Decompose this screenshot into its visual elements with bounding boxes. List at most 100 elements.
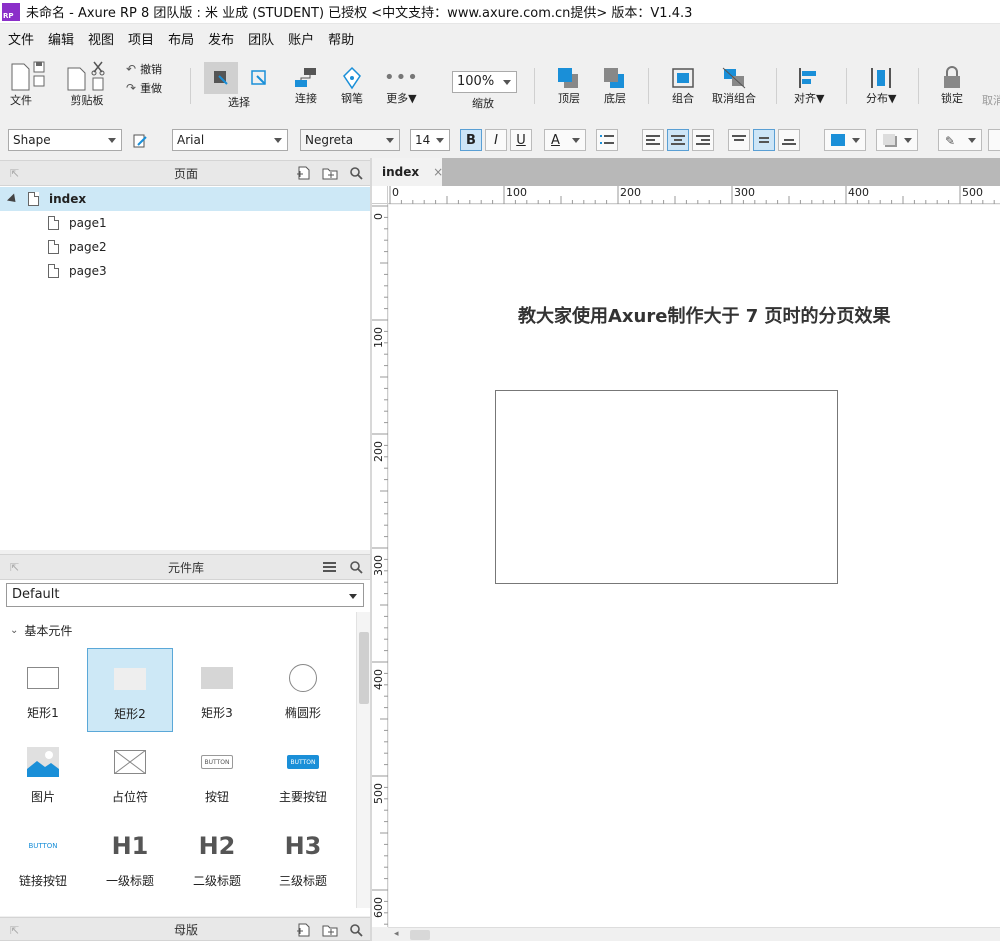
pin-icon[interactable]: ⇱	[10, 924, 19, 937]
library-scrollbar[interactable]	[356, 612, 370, 908]
connect-tool[interactable]: 连接	[292, 66, 320, 106]
underline-button[interactable]: U	[510, 129, 532, 151]
canvas-heading-widget[interactable]: 教大家使用Axure制作大于 7 页时的分页效果	[518, 302, 891, 328]
menu-layout[interactable]: 布局	[168, 29, 194, 48]
line-width-button[interactable]	[988, 129, 1000, 151]
align-dropdown[interactable]: 对齐▼	[794, 66, 824, 106]
scrollbar-thumb[interactable]	[410, 930, 430, 940]
redo-button[interactable]: ↷ 重做	[126, 80, 162, 96]
ruler-corner	[372, 186, 388, 204]
pen-tool[interactable]: 钢笔	[340, 66, 364, 106]
scrollbar-thumb[interactable]	[359, 632, 369, 704]
search-icon[interactable]	[348, 559, 364, 575]
line-color-button[interactable]: ✎	[938, 129, 982, 151]
widget-h2[interactable]: H2 二级标题	[174, 816, 260, 900]
expand-triangle-icon[interactable]	[6, 192, 20, 206]
ungroup-button[interactable]: 取消组合	[712, 66, 756, 106]
undo-button[interactable]: ↶ 撤销	[126, 61, 162, 77]
page-item-page1[interactable]: page1	[0, 211, 372, 235]
font-family-select[interactable]: Arial	[172, 129, 288, 151]
close-icon[interactable]: ×	[433, 165, 443, 179]
group-button[interactable]: 组合	[670, 66, 696, 106]
rect-light-icon	[114, 668, 146, 690]
unlock-button[interactable]: 取消	[982, 92, 1000, 108]
send-back-icon	[604, 68, 624, 88]
page-item-page2[interactable]: page2	[0, 235, 372, 259]
pin-icon[interactable]: ⇱	[10, 561, 19, 574]
valign-top-button[interactable]	[728, 129, 750, 151]
library-section-header[interactable]: ⌄ 基本元件	[10, 622, 72, 639]
menu-file[interactable]: 文件	[8, 29, 34, 48]
align-text-left-button[interactable]	[642, 129, 664, 151]
menu-team[interactable]: 团队	[248, 29, 274, 48]
italic-button[interactable]: I	[485, 129, 507, 151]
menu-publish[interactable]: 发布	[208, 29, 234, 48]
page-item-page3[interactable]: page3	[0, 259, 372, 283]
menu-view[interactable]: 视图	[88, 29, 114, 48]
add-folder-icon[interactable]	[322, 922, 338, 938]
widget-link-button[interactable]: BUTTON 链接按钮	[0, 816, 86, 900]
menu-account[interactable]: 账户	[288, 29, 314, 48]
fill-color-button[interactable]	[824, 129, 866, 151]
clipboard-tool[interactable]: 剪贴板	[64, 60, 110, 108]
canvas-horizontal-scrollbar[interactable]: ◂	[388, 927, 1000, 941]
widget-rect3[interactable]: 矩形3	[174, 648, 260, 732]
widget-rect1[interactable]: 矩形1	[0, 648, 86, 732]
style-edit-icon[interactable]	[132, 133, 148, 149]
menu-icon[interactable]	[322, 559, 338, 575]
send-to-back-button[interactable]: 底层	[602, 66, 628, 106]
widget-label: 图片	[30, 790, 55, 804]
add-page-icon[interactable]	[296, 165, 312, 181]
bring-to-front-button[interactable]: 顶层	[556, 66, 582, 106]
library-select[interactable]: Default	[6, 583, 364, 607]
widget-label: 矩形3	[201, 706, 233, 720]
font-weight-select[interactable]: Negreta	[300, 129, 400, 151]
search-icon[interactable]	[348, 165, 364, 181]
page-item-index[interactable]: index	[0, 187, 372, 211]
font-size-value: 14	[415, 133, 431, 147]
menu-help[interactable]: 帮助	[328, 29, 354, 48]
select-intersect-icon	[204, 62, 238, 94]
zoom-select[interactable]: 100%	[452, 71, 517, 93]
ellipse-icon	[289, 664, 317, 692]
distribute-dropdown[interactable]: 分布▼	[866, 66, 896, 106]
widget-ellipse[interactable]: 椭圆形	[260, 648, 346, 732]
shape-type-select[interactable]: Shape	[8, 129, 122, 151]
link-button-icon: BUTTON	[28, 842, 58, 850]
add-folder-icon[interactable]	[322, 165, 338, 181]
clipboard-label: 剪贴板	[70, 94, 104, 107]
bold-button[interactable]: B	[460, 129, 482, 151]
bullet-list-button[interactable]	[596, 129, 618, 151]
pin-icon[interactable]: ⇱	[10, 167, 19, 180]
valign-bottom-button[interactable]	[778, 129, 800, 151]
search-icon[interactable]	[348, 922, 364, 938]
widget-h3[interactable]: H3 三级标题	[260, 816, 346, 900]
scroll-left-icon[interactable]: ◂	[394, 929, 399, 939]
chevron-down-icon	[968, 138, 976, 143]
image-icon	[27, 747, 59, 777]
select-tool[interactable]: 选择	[204, 62, 274, 110]
valign-middle-button[interactable]	[753, 129, 775, 151]
lock-button[interactable]: 锁定	[940, 66, 964, 106]
font-size-select[interactable]: 14	[410, 129, 450, 151]
file-tool[interactable]: 文件	[8, 60, 48, 108]
widget-button[interactable]: BUTTON 按钮	[174, 732, 260, 816]
menu-edit[interactable]: 编辑	[48, 29, 74, 48]
tab-index[interactable]: index ×	[372, 158, 443, 186]
font-color-button[interactable]: A	[544, 129, 586, 151]
widget-image[interactable]: 图片	[0, 732, 86, 816]
menu-project[interactable]: 项目	[128, 29, 154, 48]
widget-placeholder[interactable]: 占位符	[87, 732, 173, 816]
canvas-rectangle-widget[interactable]	[495, 390, 838, 584]
shadow-button[interactable]	[876, 129, 918, 151]
widget-primary-button[interactable]: BUTTON 主要按钮	[260, 732, 346, 816]
widget-label: 椭圆形	[284, 706, 321, 720]
widget-rect2[interactable]: 矩形2	[87, 648, 173, 732]
more-tool[interactable]: ••• 更多▼	[384, 66, 419, 106]
align-text-center-button[interactable]	[667, 129, 689, 151]
align-text-right-button[interactable]	[692, 129, 714, 151]
widget-h1[interactable]: H1 一级标题	[87, 816, 173, 900]
ruler-v-label: 400	[372, 669, 385, 690]
bring-front-icon	[558, 68, 578, 88]
add-master-icon[interactable]	[296, 922, 312, 938]
